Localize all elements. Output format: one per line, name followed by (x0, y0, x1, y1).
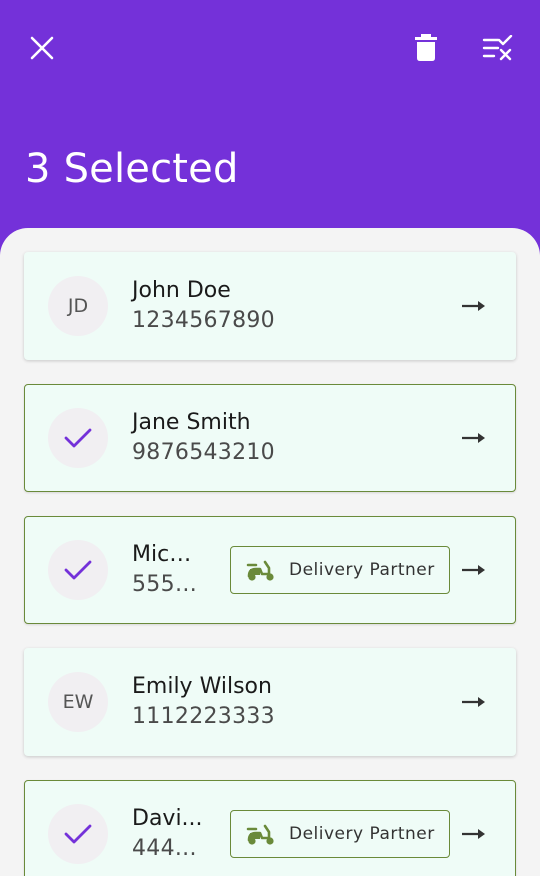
avatar: JD (48, 276, 108, 336)
contact-phone: 1234567890 (132, 308, 275, 333)
badge-label: Delivery Partner (289, 824, 435, 844)
contact-card[interactable]: Mich... 5555... Delivery Partner (24, 516, 516, 624)
check-icon (64, 560, 92, 580)
arrow-right-icon[interactable] (460, 292, 488, 320)
contact-card[interactable]: Jane Smith 9876543210 (24, 384, 516, 492)
check-icon (64, 428, 92, 448)
close-button[interactable] (18, 24, 66, 72)
contact-phone: 9876543210 (132, 440, 275, 465)
arrow-right-icon[interactable] (460, 688, 488, 716)
delivery-partner-badge: Delivery Partner (230, 810, 450, 858)
avatar (48, 540, 108, 600)
delivery-partner-badge: Delivery Partner (230, 546, 450, 594)
avatar (48, 408, 108, 468)
app-bar: 3 Selected (0, 0, 540, 260)
contact-name: Davi... (132, 806, 203, 831)
scooter-icon (246, 560, 274, 581)
arrow-right-icon[interactable] (460, 556, 488, 584)
close-icon (30, 36, 54, 60)
avatar: EW (48, 672, 108, 732)
badge-label: Delivery Partner (289, 560, 435, 580)
delete-button[interactable] (402, 24, 450, 72)
scooter-icon (246, 824, 274, 845)
contact-name: Mich... (132, 542, 204, 567)
contact-name: Jane Smith (132, 410, 251, 435)
contact-phone: 5555... (132, 572, 204, 597)
contact-name: Emily Wilson (132, 674, 272, 699)
contact-phone: 444... (132, 836, 197, 861)
contact-name: John Doe (132, 278, 231, 303)
contact-card[interactable]: Davi... 444... Delivery Partner (24, 780, 516, 876)
select-all-icon (482, 35, 513, 61)
contact-card[interactable]: EW Emily Wilson 1112223333 (24, 648, 516, 756)
page-title: 3 Selected (25, 146, 239, 192)
avatar (48, 804, 108, 864)
contact-list: JD John Doe 1234567890 Jane Smith 987654… (0, 228, 540, 876)
check-icon (64, 824, 92, 844)
select-all-button[interactable] (474, 24, 522, 72)
contact-phone: 1112223333 (132, 704, 275, 729)
delete-icon (415, 34, 437, 61)
contact-card[interactable]: JD John Doe 1234567890 (24, 252, 516, 360)
arrow-right-icon[interactable] (460, 424, 488, 452)
arrow-right-icon[interactable] (460, 820, 488, 848)
